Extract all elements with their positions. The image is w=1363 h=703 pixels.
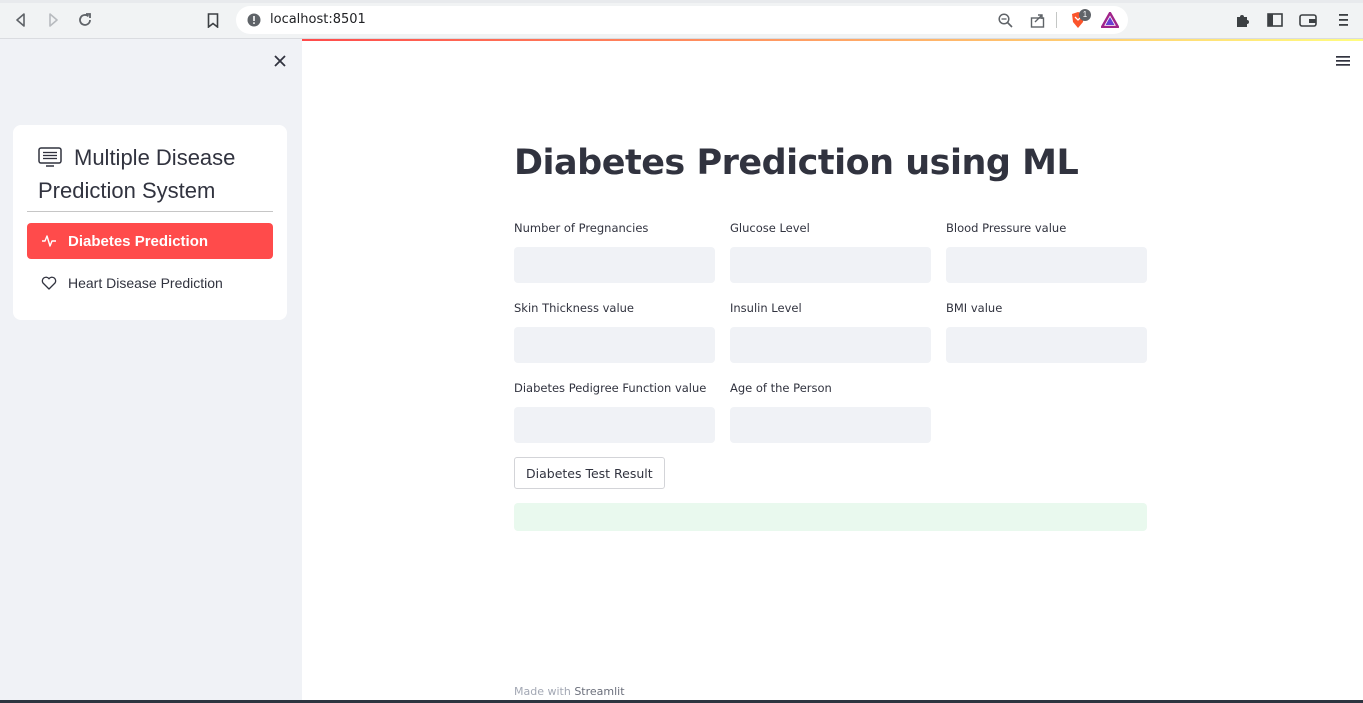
field-label: Age of the Person [730,381,832,395]
option-menu: Multiple Disease Prediction System Diabe… [13,125,287,320]
address-bar[interactable]: localhost:8501 1 [236,6,1128,34]
menu-list-icon [38,143,62,167]
brave-badge: 1 [1079,9,1091,21]
bmi-field: BMI value [946,299,1147,363]
hamburger-menu-icon[interactable] [1334,53,1352,69]
brave-shield-icon[interactable]: 1 [1068,9,1091,28]
browser-toolbar: localhost:8501 1 [0,0,1363,39]
reload-icon[interactable] [75,10,95,30]
menu-title: Multiple Disease Prediction System [38,141,273,207]
sidebar-item-label: Diabetes Prediction [68,232,209,250]
menu-title-text: Multiple Disease Prediction System [38,145,236,203]
pedigree-field: Diabetes Pedigree Function value [514,379,715,443]
insulin-input[interactable] [730,327,931,363]
forward-icon[interactable] [43,10,63,30]
menu-divider [27,211,273,212]
brave-rewards-icon[interactable] [1100,12,1120,28]
bmi-input[interactable] [946,327,1147,363]
share-icon[interactable] [1029,12,1045,28]
footer-prefix: Made with [514,685,571,698]
streamlit-link[interactable]: Streamlit [574,685,624,698]
diabetes-test-result-button[interactable]: Diabetes Test Result [514,457,665,489]
back-icon[interactable] [11,10,31,30]
sidebar-item-label: Heart Disease Prediction [68,275,223,291]
sidebar-item-diabetes-prediction[interactable]: Diabetes Prediction [27,223,273,259]
result-success-box [514,503,1147,531]
sidebar-item-heart-disease-prediction[interactable]: Heart Disease Prediction [27,265,273,301]
field-label: Number of Pregnancies [514,221,649,235]
field-label: Diabetes Pedigree Function value [514,381,707,395]
page-title: Diabetes Prediction using ML [514,143,1079,183]
blood-pressure-input[interactable] [946,247,1147,283]
field-label: BMI value [946,301,1003,315]
pedigree-input[interactable] [514,407,715,443]
field-label: Insulin Level [730,301,802,315]
insulin-field: Insulin Level [730,299,931,363]
close-icon[interactable] [270,51,290,71]
app-container: Multiple Disease Prediction System Diabe… [0,39,1363,703]
bookmark-icon[interactable] [203,10,223,30]
field-label: Glucose Level [730,221,810,235]
sidebar-toggle-icon[interactable] [1265,10,1285,30]
wallet-icon[interactable] [1298,10,1318,30]
pregnancies-input[interactable] [514,247,715,283]
age-input[interactable] [730,407,931,443]
field-label: Skin Thickness value [514,301,635,315]
glucose-input[interactable] [730,247,931,283]
address-divider [1056,12,1057,28]
blood-pressure-field: Blood Pressure value [946,219,1147,283]
skin-thickness-input[interactable] [514,327,715,363]
footer: Made with Streamlit [514,685,625,698]
extensions-icon[interactable] [1233,10,1253,30]
pregnancies-field: Number of Pregnancies [514,219,715,283]
field-label: Blood Pressure value [946,221,1067,235]
url-text: localhost:8501 [270,12,366,27]
info-icon[interactable] [246,12,262,28]
skin-thickness-field: Skin Thickness value [514,299,715,363]
browser-menu-icon[interactable] [1333,10,1353,30]
header-decoration [302,39,1363,41]
age-field: Age of the Person [730,379,931,443]
zoom-icon[interactable] [997,12,1013,28]
glucose-field: Glucose Level [730,219,931,283]
sidebar: Multiple Disease Prediction System Diabe… [0,39,302,703]
heart-icon [41,275,57,291]
activity-icon [41,233,57,249]
tab-strip [0,0,1363,3]
